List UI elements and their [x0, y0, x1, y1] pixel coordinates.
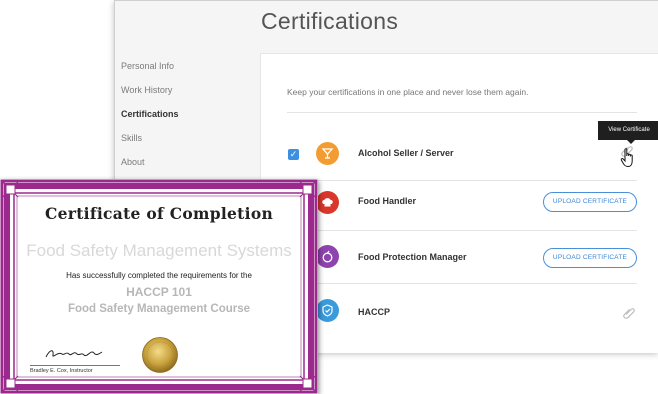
sidebar-item-personal-info[interactable]: Personal Info — [121, 60, 241, 84]
instructor-signature — [45, 350, 103, 358]
cert-row-food-protection-manager: Food Protection Manager UPLOAD CERTIFICA… — [261, 231, 658, 281]
sidebar-item-certifications[interactable]: Certifications — [121, 108, 241, 132]
certificate-organization: Food Safety Management Systems — [26, 241, 292, 260]
instructor-name: Bradley E. Cox, Instructor — [30, 368, 93, 374]
divider — [287, 112, 637, 113]
certificate-heading: Certificate of Completion — [44, 204, 274, 223]
certifications-card: Keep your certifications in one place an… — [260, 53, 658, 353]
sidebar-item-work-history[interactable]: Work History — [121, 84, 241, 108]
chef-hat-icon — [316, 191, 339, 214]
certificate-course-code: HACCP 101 — [126, 285, 192, 299]
shield-check-icon — [316, 299, 339, 322]
certificate-course-name: Food Safety Management Course — [67, 303, 251, 315]
cert-name: Food Protection Manager — [358, 252, 467, 262]
upload-certificate-button[interactable]: UPLOAD CERTIFICATE — [543, 248, 637, 268]
cert-name: Food Handler — [358, 196, 416, 206]
apple-icon — [316, 245, 339, 268]
gold-seal-icon — [142, 337, 178, 373]
sidebar-nav: Personal Info Work History Certification… — [121, 60, 241, 180]
cert-row-haccp: HACCP — [261, 283, 658, 333]
cert-checkbox[interactable]: ✓ — [288, 149, 299, 160]
paperclip-icon[interactable] — [622, 305, 636, 319]
cocktail-icon — [316, 142, 339, 165]
page-title: Certifications — [261, 8, 399, 34]
certificate-preview: Certificate of Completion Food Safety Ma… — [0, 179, 318, 394]
cert-name: HACCP — [358, 307, 391, 317]
intro-text: Keep your certifications in one place an… — [287, 87, 529, 97]
sidebar-item-skills[interactable]: Skills — [121, 132, 241, 156]
view-certificate-tooltip: View Certificate — [598, 121, 658, 144]
hand-cursor-icon — [620, 148, 633, 168]
signature-line — [30, 365, 120, 366]
cert-name: Alcohol Seller / Server — [358, 148, 454, 158]
sidebar-item-about[interactable]: About — [121, 156, 241, 180]
upload-certificate-button[interactable]: UPLOAD CERTIFICATE — [543, 192, 637, 212]
certificate-statement: Has successfully completed the requireme… — [66, 271, 252, 280]
cert-row-food-handler: Food Handler UPLOAD CERTIFICATE — [261, 181, 658, 231]
